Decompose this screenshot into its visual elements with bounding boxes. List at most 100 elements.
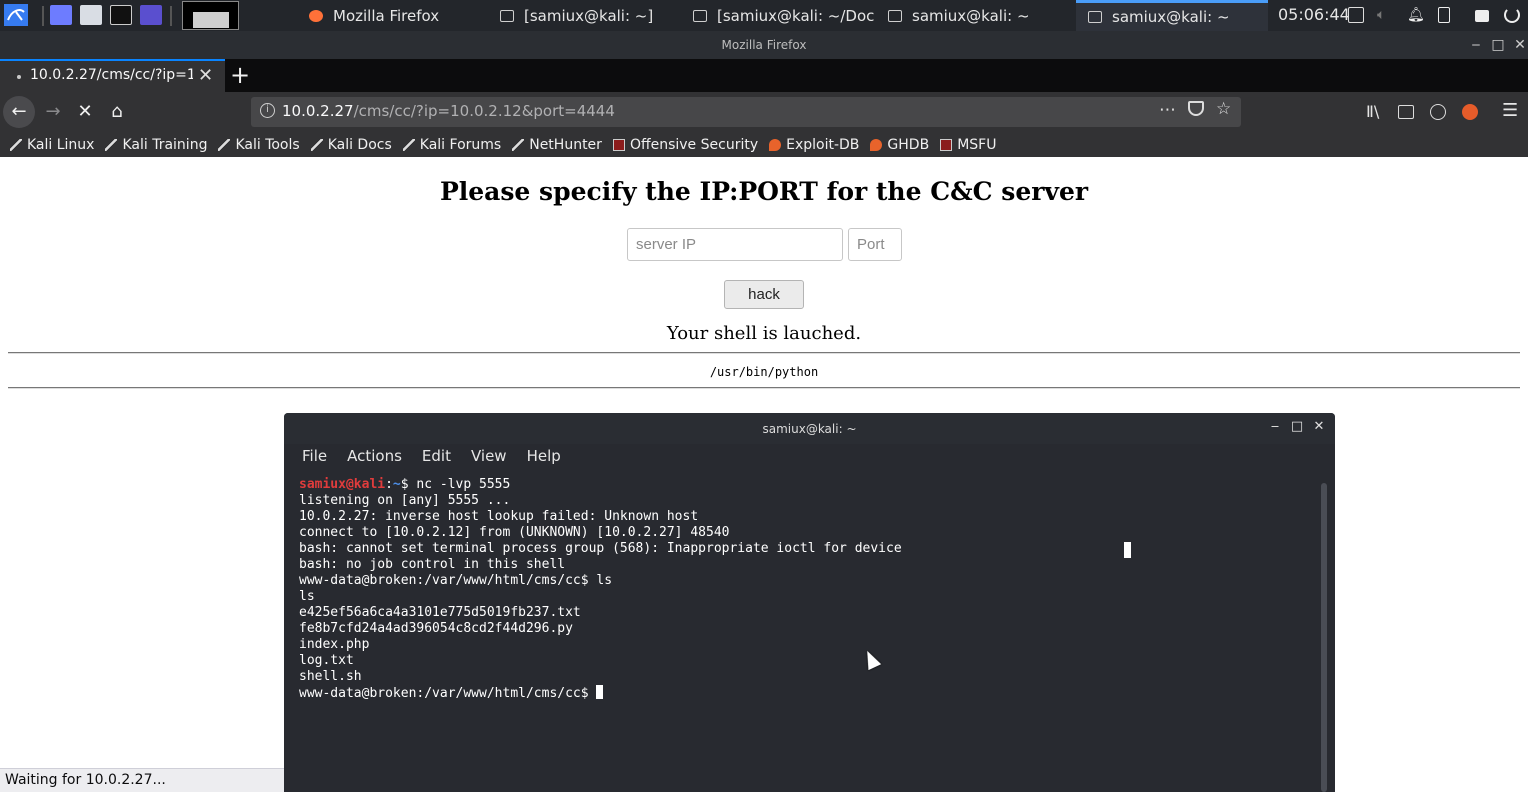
terminal-line: bash: no job control in this shell xyxy=(299,557,566,572)
bookmark-msfu[interactable]: MSFU xyxy=(940,137,996,153)
lock-icon[interactable] xyxy=(1475,10,1489,22)
server-ip-input[interactable] xyxy=(627,228,843,261)
menu-view[interactable]: View xyxy=(461,444,517,472)
cursor-block xyxy=(1124,542,1131,558)
terminal-window[interactable]: samiux@kali: ~ ‒ □ ✕ File Actions Edit V… xyxy=(284,413,1335,792)
display-icon[interactable] xyxy=(1348,7,1364,23)
pocket-icon[interactable] xyxy=(1188,101,1204,116)
url-text[interactable]: 10.0.2.27/cms/cc/?ip=10.0.2.12&port=4444 xyxy=(282,102,615,120)
menu-icon[interactable]: ☰ xyxy=(1502,100,1518,121)
divider xyxy=(8,387,1520,389)
extension-icon[interactable] xyxy=(1462,104,1478,120)
home-icon[interactable]: ⌂ xyxy=(101,96,133,128)
kali-menu-icon[interactable] xyxy=(4,4,28,26)
screen-recorder-icon[interactable] xyxy=(140,5,162,25)
hack-button[interactable]: hack xyxy=(724,280,804,309)
terminal-line: 10.0.2.27: inverse host lookup failed: U… xyxy=(299,509,699,524)
workspace-preview[interactable] xyxy=(182,1,239,30)
terminal-line: shell.sh xyxy=(299,669,362,684)
task-terminal-1[interactable]: [samiux@kali: ~] xyxy=(488,0,678,31)
command-text: nc -lvp 5555 xyxy=(416,477,511,492)
kali-dragon-icon xyxy=(310,138,323,151)
terminal-line: www-data@broken:/var/www/html/cms/cc$ xyxy=(299,685,1319,702)
bookmark-exploit-db[interactable]: Exploit-DB xyxy=(769,137,859,153)
bookmark-kali-linux[interactable]: Kali Linux xyxy=(10,137,94,153)
tab-bar: 10.0.2.27/cms/cc/?ip=10.0.2.12&port=4444… xyxy=(0,59,1528,92)
terminal-titlebar[interactable]: samiux@kali: ~ xyxy=(284,413,1335,444)
site-info-icon[interactable]: i xyxy=(260,103,275,118)
battery-icon[interactable] xyxy=(1438,7,1450,23)
task-terminal-3[interactable]: samiux@kali: ~ xyxy=(876,0,1072,31)
bookmark-kali-training[interactable]: Kali Training xyxy=(105,137,207,153)
navigation-bar: ← → ✕ ⌂ i 10.0.2.27/cms/cc/?ip=10.0.2.12… xyxy=(0,92,1528,132)
bookmark-label: NetHunter xyxy=(529,136,602,153)
loading-dot-icon xyxy=(17,75,21,79)
minimize-icon[interactable]: ‒ xyxy=(1466,31,1486,59)
restart-icon[interactable] xyxy=(1504,7,1520,23)
python-path: /usr/bin/python xyxy=(709,365,819,379)
url-bar[interactable]: i 10.0.2.27/cms/cc/?ip=10.0.2.12&port=44… xyxy=(251,97,1241,127)
task-terminal-4[interactable]: samiux@kali: ~ xyxy=(1076,0,1268,31)
back-icon[interactable]: ← xyxy=(3,96,35,128)
port-input[interactable] xyxy=(848,228,902,261)
volume-icon[interactable]: 🔈︎ xyxy=(1377,7,1393,23)
forward-icon[interactable]: → xyxy=(37,96,69,128)
bookmark-kali-docs[interactable]: Kali Docs xyxy=(310,137,392,153)
stop-icon[interactable]: ✕ xyxy=(69,96,101,128)
notification-bell-icon[interactable]: 🔔︎ xyxy=(1407,7,1425,23)
account-icon[interactable] xyxy=(1430,104,1446,120)
bookmark-kali-forums[interactable]: Kali Forums xyxy=(402,137,501,153)
firefox-titlebar: Mozilla Firefox xyxy=(0,31,1528,59)
menu-help[interactable]: Help xyxy=(517,444,571,472)
terminal-scrollbar[interactable] xyxy=(1321,483,1327,792)
terminal-minimize-icon[interactable]: ‒ xyxy=(1266,419,1284,434)
terminal-line: fe8b7cfd24a4ad396054c8cd2f44d296.py xyxy=(299,621,573,636)
menu-file[interactable]: File xyxy=(292,444,337,472)
maximize-icon[interactable]: □ xyxy=(1488,31,1508,59)
tab-close-icon[interactable]: ✕ xyxy=(198,65,213,86)
terminal-line: ls xyxy=(299,589,315,604)
sidebar-icon[interactable] xyxy=(1398,105,1414,119)
divider xyxy=(8,352,1520,354)
bookmark-nethunter[interactable]: NetHunter xyxy=(512,137,602,153)
terminal-line: www-data@broken:/var/www/html/cms/cc$ ls xyxy=(299,573,613,588)
menu-actions[interactable]: Actions xyxy=(337,444,412,472)
top-panel: Mozilla Firefox [samiux@kali: ~] [samiux… xyxy=(0,0,1528,31)
library-icon[interactable]: Ⅱ\ xyxy=(1366,102,1379,121)
terminal-launcher-icon[interactable] xyxy=(110,5,132,25)
menu-edit[interactable]: Edit xyxy=(412,444,461,472)
new-tab-icon[interactable]: + xyxy=(230,61,250,89)
workspace-icon[interactable] xyxy=(50,5,72,25)
url-path: /cms/cc/?ip=10.0.2.12&port=4444 xyxy=(353,102,615,120)
terminal-line: index.php xyxy=(299,637,370,652)
terminal-line: e425ef56a6ca4a3101e775d5019fb237.txt xyxy=(299,605,581,620)
task-label: [samiux@kali: ~/Docu... xyxy=(717,6,874,25)
terminal-output[interactable]: samiux@kali:~$ nc -lvp 5555 listening on … xyxy=(299,477,1319,792)
bookmark-ghdb[interactable]: GHDB xyxy=(870,137,929,153)
bookmark-label: Kali Linux xyxy=(27,136,95,153)
page-title: Please specify the IP:PORT for the C&C s… xyxy=(439,177,1089,206)
kali-dragon-icon xyxy=(218,138,231,151)
bookmark-offensive-security[interactable]: Offensive Security xyxy=(612,137,758,153)
close-icon[interactable]: ✕ xyxy=(1510,31,1528,59)
tab-active[interactable]: 10.0.2.27/cms/cc/?ip=10.0.2.12&port=4444… xyxy=(0,59,225,92)
shell-prompt: www-data@broken:/var/www/html/cms/cc$ xyxy=(299,686,597,701)
bookmark-star-icon[interactable]: ☆ xyxy=(1216,99,1231,119)
task-firefox[interactable]: Mozilla Firefox xyxy=(297,0,487,31)
bookmark-kali-tools[interactable]: Kali Tools xyxy=(218,137,300,153)
kali-dragon-icon xyxy=(10,138,22,151)
task-label: samiux@kali: ~ xyxy=(912,6,1030,25)
page-actions-icon[interactable]: ⋯ xyxy=(1159,100,1176,120)
panel-clock[interactable]: 05:06:44 xyxy=(1278,5,1350,24)
terminal-maximize-icon[interactable]: □ xyxy=(1288,419,1306,434)
panel-separator xyxy=(170,6,172,26)
tab-title: 10.0.2.27/cms/cc/?ip=10.0.2.12&port=4444 xyxy=(30,67,193,83)
terminal-line: listening on [any] 5555 ... xyxy=(299,493,511,508)
kali-dragon-icon xyxy=(512,138,525,151)
task-label: samiux@kali: ~ xyxy=(1112,8,1230,26)
file-manager-icon[interactable] xyxy=(80,5,102,25)
terminal-close-icon[interactable]: ✕ xyxy=(1310,419,1328,434)
bookmark-label: MSFU xyxy=(957,136,997,153)
task-label: [samiux@kali: ~] xyxy=(524,6,654,25)
task-terminal-2[interactable]: [samiux@kali: ~/Docu... xyxy=(681,0,874,31)
